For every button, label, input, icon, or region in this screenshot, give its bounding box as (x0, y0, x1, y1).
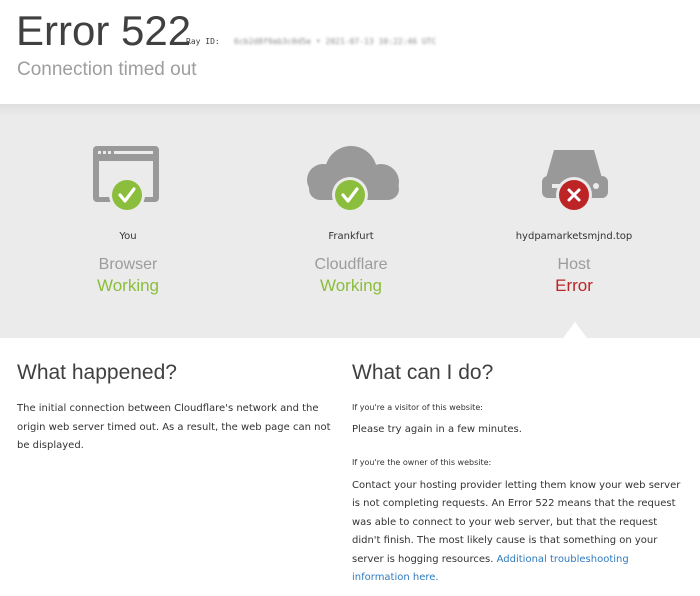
what-happened-body: The initial connection between Cloudflar… (17, 403, 331, 451)
error-pointer (563, 322, 587, 338)
owner-text-body: Contact your hosting provider letting th… (352, 479, 681, 565)
cloudflare-status: Working (319, 276, 383, 295)
browser-location: You (119, 231, 137, 242)
browser-label: Browser (98, 256, 158, 273)
ray-id-value: 6cb2d8f9ab3c0d5e • 2021-07-13 10:22:46 U… (234, 37, 437, 46)
cloud-icon (307, 146, 399, 213)
what-happened-section: What happened? The initial connection be… (17, 360, 339, 456)
owner-label: If you're the owner of this website: (352, 458, 492, 467)
what-can-i-do-section: What can I do? If you're a visitor of th… (352, 360, 688, 588)
visitor-label: If you're a visitor of this website: (352, 403, 483, 412)
error-subtitle: Connection timed out (17, 59, 197, 80)
cloudflare-location: Frankfurt (328, 231, 374, 242)
host-node: hydpamarketsmjnd.top Host Error (464, 104, 684, 338)
status-diagram: You Browser Working Frankfurt Cloudflare… (0, 104, 700, 338)
cloudflare-label: Cloudflare (314, 256, 388, 273)
host-location: hydpamarketsmjnd.top (515, 231, 633, 242)
error-title: Error 522 (16, 7, 192, 54)
host-label: Host (557, 256, 591, 273)
check-icon (109, 177, 145, 213)
header: Error 522 Ray ID: 6cb2d8f9ab3c0d5e • 202… (0, 0, 700, 104)
check-icon (332, 177, 368, 213)
what-can-i-do-heading: What can I do? (352, 361, 494, 384)
browser-node: You Browser Working (18, 104, 238, 338)
server-icon (542, 150, 608, 213)
owner-text: Contact your hosting provider letting th… (352, 477, 688, 588)
x-icon (556, 177, 592, 213)
browser-window-icon (93, 146, 159, 213)
browser-status: Working (96, 276, 160, 295)
what-happened-heading: What happened? (17, 361, 177, 384)
ray-id-label: Ray ID: (186, 37, 220, 46)
cloudflare-node: Frankfurt Cloudflare Working (241, 104, 461, 338)
visitor-text: Please try again in a few minutes. (352, 423, 522, 435)
host-status: Error (555, 276, 593, 295)
